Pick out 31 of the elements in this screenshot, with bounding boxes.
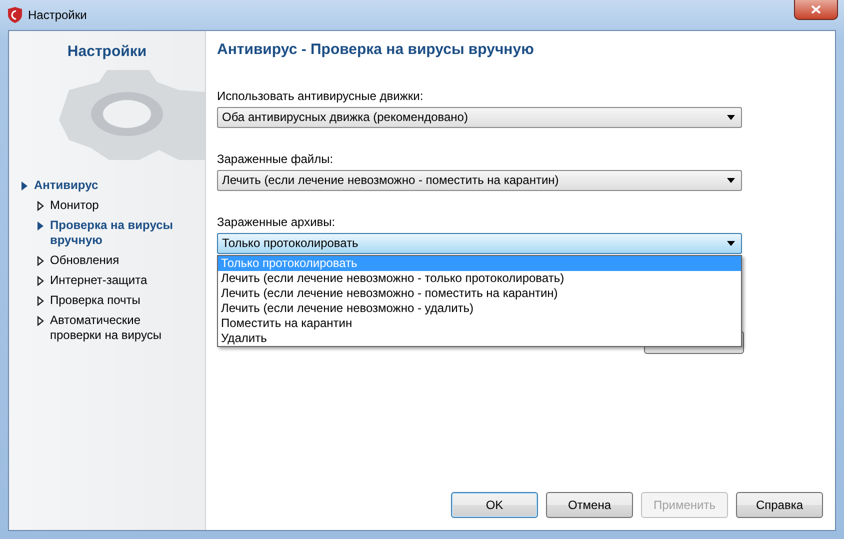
dropdown-option[interactable]: Лечить (если лечение невозможно - удалить) <box>218 300 741 316</box>
dialog-button[interactable]: Справка <box>736 492 823 518</box>
dropdown-option[interactable]: Лечить (если лечение невозможно - поместить на карантин) <box>218 286 741 300</box>
filled-triangle-icon <box>37 220 44 230</box>
dropdown-option[interactable]: Лечить (если лечение невозможно - только протоколировать) <box>218 270 741 286</box>
shield-icon <box>8 7 22 23</box>
sidebar-item[interactable]: Проверка почты <box>9 290 205 310</box>
caret-icon <box>727 178 735 182</box>
caret-icon <box>727 114 735 120</box>
dropdown[interactable]: Только протоколировать <box>217 232 742 254</box>
dropdown[interactable]: Оба антивирусных движка (рекомендовано) <box>217 106 742 128</box>
caret-icon <box>727 240 735 246</box>
field-label: Использовать антивирусные движки: <box>217 88 424 102</box>
close-icon <box>811 5 821 14</box>
dropdown[interactable]: Лечить (если лечение невозможно - поместить на карантин) <box>217 170 742 190</box>
sidebar-item[interactable]: Антивирус <box>9 176 205 196</box>
field-label: Зараженные архивы: <box>217 214 336 228</box>
field-label: Зараженные файлы: <box>217 152 334 166</box>
dropdown-option[interactable]: Поместить на карантин <box>218 316 741 330</box>
page-title: Антивирус - Проверка на вирусы вручную <box>217 40 535 60</box>
close-button[interactable] <box>794 0 838 20</box>
sidebar-item[interactable]: Интернет-защита <box>9 270 205 290</box>
sidebar-title: Настройки <box>66 42 148 62</box>
dialog-button[interactable]: Отмена <box>546 492 633 518</box>
sidebar-item[interactable]: Обновления <box>9 250 205 270</box>
sidebar-item[interactable]: Монитор <box>9 196 205 216</box>
sidebar-item[interactable]: Автоматические проверки на вирусы <box>9 310 205 346</box>
dropdown-option[interactable]: Удалить <box>218 330 741 346</box>
dialog-button[interactable]: OK <box>451 492 538 518</box>
sidebar-item[interactable]: Проверка на вирусы вручную <box>9 216 205 250</box>
window-title: Настройки <box>28 7 87 24</box>
